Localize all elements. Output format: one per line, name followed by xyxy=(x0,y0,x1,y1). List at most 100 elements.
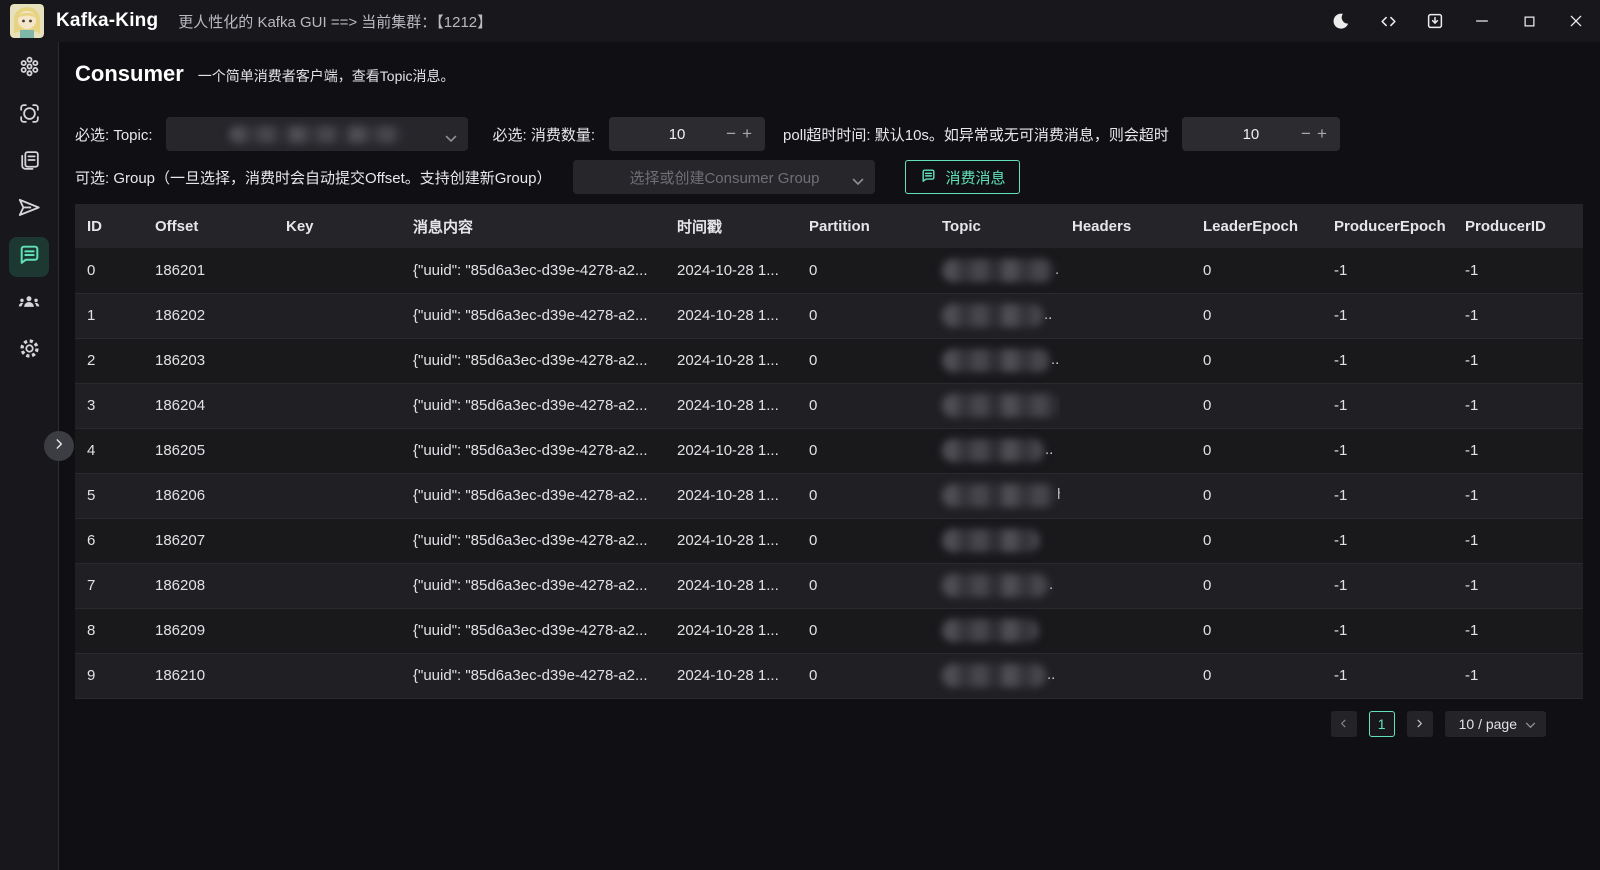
theme-toggle-moon-icon[interactable] xyxy=(1331,11,1351,31)
pagination: 1 10 / page xyxy=(75,711,1583,737)
column-header-5: Partition xyxy=(797,204,930,248)
cell-key xyxy=(274,518,401,563)
documents-stack-icon xyxy=(17,148,42,178)
column-header-3: 消息内容 xyxy=(401,204,665,248)
sidebar-item-topics[interactable] xyxy=(9,143,49,183)
cell-leader_epoch: 0 xyxy=(1191,293,1322,338)
chat-message-icon xyxy=(920,167,937,188)
table-row[interactable]: 7186208{"uuid": "85d6a3ec-d39e-4278-a2..… xyxy=(75,563,1583,608)
group-select-placeholder: 选择或创建Consumer Group xyxy=(629,167,819,188)
cell-topic: h... xyxy=(930,473,1060,518)
column-header-8: LeaderEpoch xyxy=(1191,204,1322,248)
devtools-code-icon[interactable] xyxy=(1378,11,1398,31)
cell-partition: 0 xyxy=(797,383,930,428)
cell-headers xyxy=(1060,383,1191,428)
table-row[interactable]: 9186210{"uuid": "85d6a3ec-d39e-4278-a2..… xyxy=(75,653,1583,698)
table-row[interactable]: 4186205{"uuid": "85d6a3ec-d39e-4278-a2..… xyxy=(75,428,1583,473)
cell-key xyxy=(274,338,401,383)
download-icon[interactable] xyxy=(1425,11,1445,31)
cell-producer_epoch: -1 xyxy=(1322,653,1453,698)
cell-leader_epoch: 0 xyxy=(1191,563,1322,608)
poll-timeout-stepper[interactable]: 10 − + xyxy=(1182,117,1340,151)
cell-partition: 0 xyxy=(797,428,930,473)
prev-page-button[interactable] xyxy=(1331,711,1357,737)
sidebar-item-cluster[interactable] xyxy=(9,49,49,89)
table-row[interactable]: 2186203{"uuid": "85d6a3ec-d39e-4278-a2..… xyxy=(75,338,1583,383)
column-header-1: Offset xyxy=(143,204,274,248)
topic-suffix: ... xyxy=(1055,261,1060,278)
redacted-topic-pill xyxy=(942,574,1048,597)
next-page-button[interactable] xyxy=(1407,711,1433,737)
table-row[interactable]: 6186207{"uuid": "85d6a3ec-d39e-4278-a2..… xyxy=(75,518,1583,563)
column-header-10: ProducerID xyxy=(1453,204,1583,248)
app-subtitle: 更人性化的 Kafka GUI ==> 当前集群：【1212】 xyxy=(178,11,492,32)
group-label: 可选: Group（一旦选择，消费时会自动提交Offset。支持创建新Group… xyxy=(75,167,551,188)
cell-producer_id: -1 xyxy=(1453,338,1583,383)
cell-topic: .. xyxy=(930,653,1060,698)
maximize-icon[interactable] xyxy=(1519,11,1539,31)
table-header-row: IDOffsetKey消息内容时间戳PartitionTopicHeadersL… xyxy=(75,204,1583,248)
cell-id: 7 xyxy=(75,563,143,608)
redacted-topic-pill xyxy=(942,349,1050,372)
topic-select[interactable] xyxy=(166,117,468,151)
consumer-group-select[interactable]: 选择或创建Consumer Group xyxy=(573,160,875,194)
sidebar-item-settings[interactable] xyxy=(9,331,49,371)
cell-leader_epoch: 0 xyxy=(1191,248,1322,293)
table-row[interactable]: 3186204{"uuid": "85d6a3ec-d39e-4278-a2..… xyxy=(75,383,1583,428)
sidebar-item-monitor[interactable] xyxy=(9,96,49,136)
sidebar-expand-handle[interactable] xyxy=(44,431,74,461)
cell-topic: .. xyxy=(930,428,1060,473)
cell-message: {"uuid": "85d6a3ec-d39e-4278-a2... xyxy=(401,293,665,338)
chat-message-icon xyxy=(17,242,42,272)
topic-suffix: .. xyxy=(1044,306,1052,323)
page-description: 一个简单消费者客户端，查看Topic消息。 xyxy=(198,66,455,86)
plus-icon[interactable]: + xyxy=(1314,124,1330,144)
cluster-nodes-icon xyxy=(17,54,42,84)
cell-key xyxy=(274,653,401,698)
titlebar: Kafka-King 更人性化的 Kafka GUI ==> 当前集群：【121… xyxy=(0,0,1600,42)
cell-topic: h... xyxy=(930,383,1060,428)
plus-icon[interactable]: + xyxy=(739,124,755,144)
cell-headers xyxy=(1060,563,1191,608)
cell-id: 1 xyxy=(75,293,143,338)
cell-leader_epoch: 0 xyxy=(1191,653,1322,698)
table-row[interactable]: 1186202{"uuid": "85d6a3ec-d39e-4278-a2..… xyxy=(75,293,1583,338)
topic-label: 必选: Topic: xyxy=(75,124,153,145)
cell-timestamp: 2024-10-28 1... xyxy=(665,293,797,338)
cell-headers xyxy=(1060,473,1191,518)
cell-topic: .. xyxy=(930,293,1060,338)
consume-messages-button[interactable]: 消费消息 xyxy=(905,160,1020,194)
cell-leader_epoch: 0 xyxy=(1191,608,1322,653)
cell-offset: 186204 xyxy=(143,383,274,428)
close-icon[interactable] xyxy=(1566,11,1586,31)
page-number-button[interactable]: 1 xyxy=(1369,711,1395,737)
minus-icon[interactable]: − xyxy=(723,124,739,144)
cell-topic xyxy=(930,608,1060,653)
cell-producer_id: -1 xyxy=(1453,653,1583,698)
page-size-label: 10 / page xyxy=(1459,716,1517,732)
table-row[interactable]: 8186209{"uuid": "85d6a3ec-d39e-4278-a2..… xyxy=(75,608,1583,653)
cell-producer_epoch: -1 xyxy=(1322,518,1453,563)
sidebar-item-producer[interactable] xyxy=(9,190,49,230)
cell-message: {"uuid": "85d6a3ec-d39e-4278-a2... xyxy=(401,428,665,473)
cell-producer_epoch: -1 xyxy=(1322,338,1453,383)
app-logo xyxy=(10,4,44,38)
cell-partition: 0 xyxy=(797,338,930,383)
sidebar xyxy=(0,42,59,870)
page-size-select[interactable]: 10 / page xyxy=(1445,711,1546,737)
cell-partition: 0 xyxy=(797,653,930,698)
cell-headers xyxy=(1060,293,1191,338)
cell-partition: 0 xyxy=(797,293,930,338)
sidebar-item-groups[interactable] xyxy=(9,284,49,324)
minus-icon[interactable]: − xyxy=(1298,124,1314,144)
minimize-icon[interactable] xyxy=(1472,11,1492,31)
table-row[interactable]: 0186201{"uuid": "85d6a3ec-d39e-4278-a2..… xyxy=(75,248,1583,293)
cell-offset: 186210 xyxy=(143,653,274,698)
app-title: Kafka-King xyxy=(56,10,158,32)
form-row-topic: 必选: Topic: 必选: 消费数量: 10 − + poll超时时间: 默认… xyxy=(75,117,1583,151)
table-row[interactable]: 5186206{"uuid": "85d6a3ec-d39e-4278-a2..… xyxy=(75,473,1583,518)
cell-producer_id: -1 xyxy=(1453,248,1583,293)
sidebar-item-consumer[interactable] xyxy=(9,237,49,277)
quantity-stepper[interactable]: 10 − + xyxy=(609,117,765,151)
people-group-icon xyxy=(16,289,42,320)
